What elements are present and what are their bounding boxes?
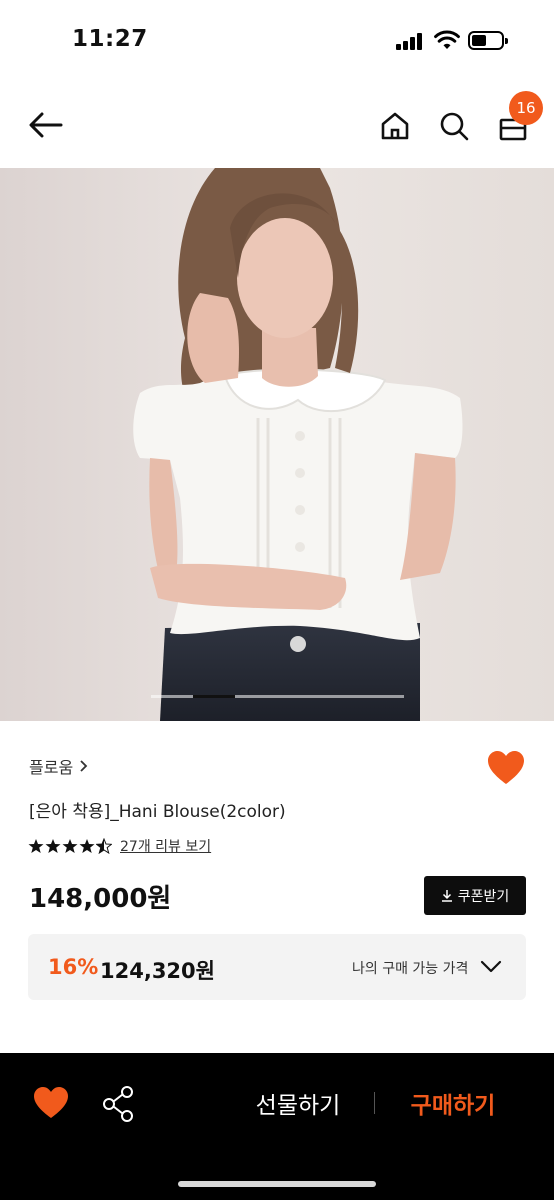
bottom-action-bar: 선물하기 구매하기 [0,1053,554,1200]
buy-button[interactable]: 구매하기 [398,1086,508,1120]
discount-rate: 16% [48,955,99,979]
star-rating [28,838,112,854]
heart-icon[interactable] [32,1085,70,1121]
star-icon [62,839,78,853]
download-icon [441,890,452,902]
cart-count-badge: 16 [509,91,543,125]
gallery-pager-active [193,695,235,698]
product-price: 148,000원 [29,884,172,914]
back-button[interactable] [24,103,68,147]
arrow-left-icon [29,112,63,138]
discount-price: 124,320원 [100,959,215,983]
half-star-icon [96,838,112,854]
home-icon [381,112,409,140]
top-nav-bar [0,84,554,168]
star-icon [28,839,44,853]
product-name: [은아 착용]_Hani Blouse(2color) [29,802,286,822]
gift-button[interactable]: 선물하기 [244,1086,352,1120]
my-price-label: 나의 구매 가능 가격 [352,961,469,977]
status-bar: 11:27 [0,0,554,84]
review-link[interactable]: 27개 리뷰 보기 [120,836,211,856]
gallery-pager [151,695,404,698]
heart-icon[interactable] [486,749,526,787]
brand-name: 플로움 [29,758,74,777]
wifi-icon [434,30,460,49]
chevron-right-icon [80,760,88,772]
product-image-gallery[interactable] [0,168,554,721]
star-icon [79,839,95,853]
home-indicator[interactable] [178,1181,376,1187]
my-price-dropdown[interactable]: 16% 124,320원 나의 구매 가능 가격 [28,934,526,1000]
coupon-button[interactable]: 쿠폰받기 [424,876,526,915]
battery-icon [468,31,508,50]
coupon-label: 쿠폰받기 [457,888,510,905]
rating-row: 27개 리뷰 보기 [28,836,211,856]
star-icon [45,839,61,853]
cellular-signal-icon [396,32,426,50]
product-photo [0,168,554,721]
search-button[interactable] [432,104,476,148]
chevron-down-icon [480,960,502,973]
status-time: 11:27 [72,26,148,52]
divider [374,1092,375,1114]
brand-link[interactable]: 플로움 [29,754,88,778]
home-button[interactable] [373,104,417,148]
share-icon[interactable] [100,1084,138,1124]
search-icon [440,112,469,141]
